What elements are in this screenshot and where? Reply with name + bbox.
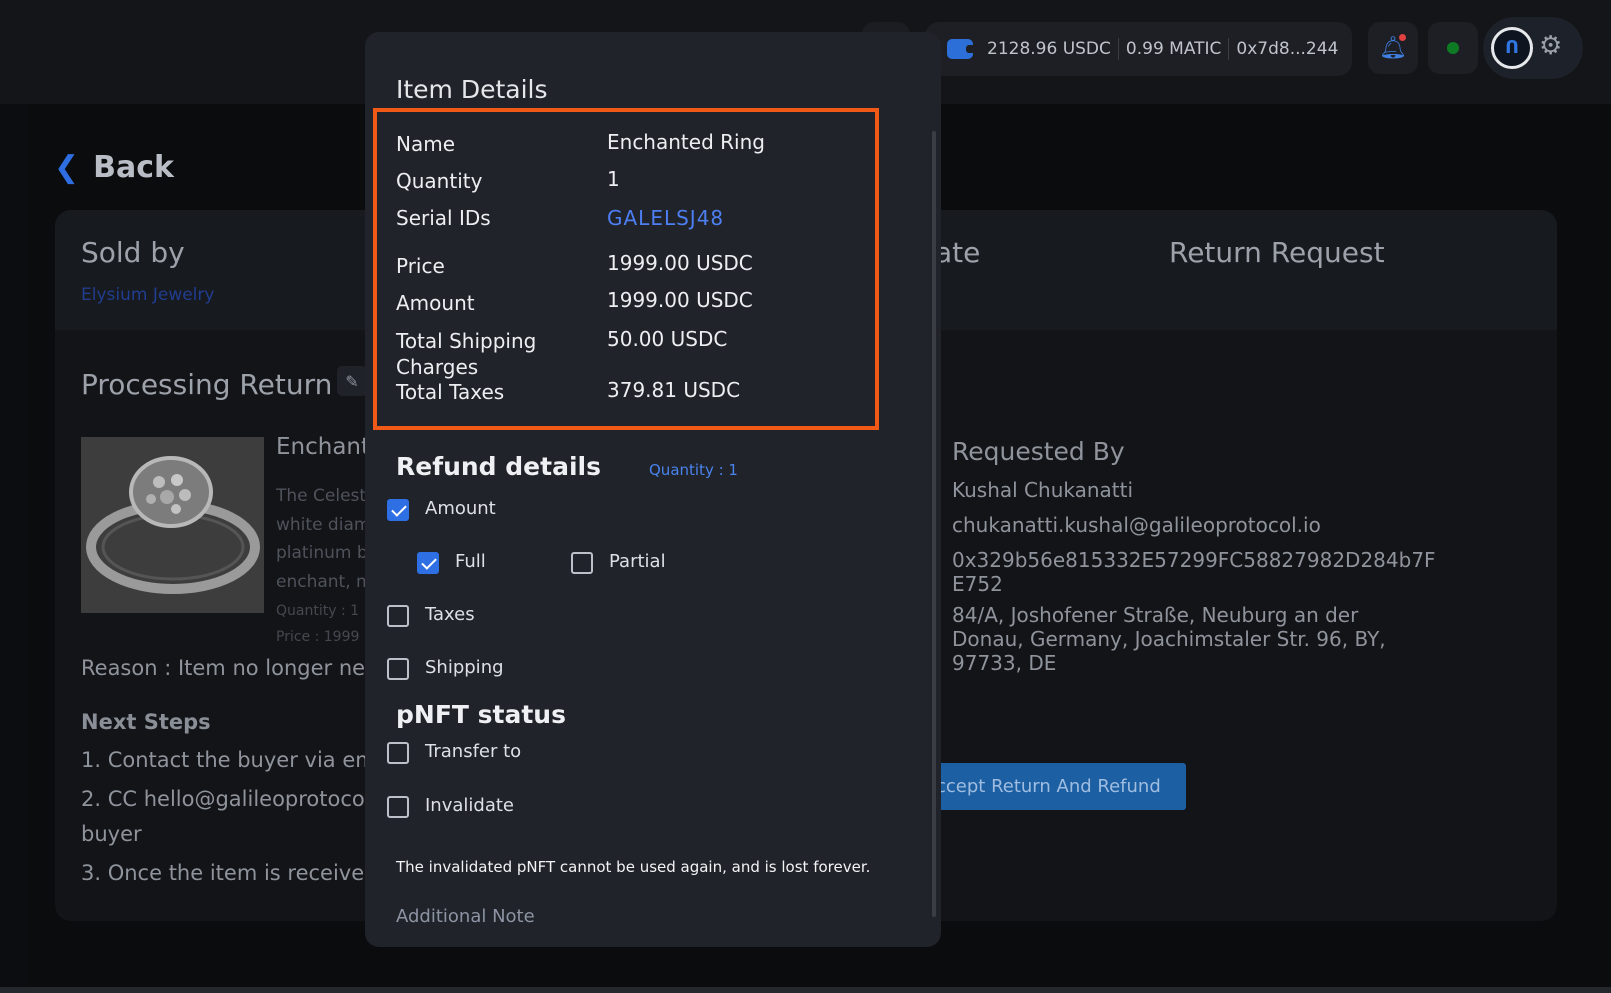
invalidate-checkbox[interactable]: [387, 796, 409, 818]
avatar[interactable]: ᑎ: [1491, 27, 1533, 69]
sold-by-label: Sold by: [81, 236, 185, 269]
network-status[interactable]: [1428, 22, 1478, 74]
notification-dot: [1399, 34, 1406, 41]
step-item: buyer: [81, 822, 142, 846]
chevron-left-icon: ❮: [54, 150, 80, 185]
description-line: The Celest: [276, 486, 366, 506]
gear-icon[interactable]: ⚙: [1539, 31, 1562, 61]
name-value: Enchanted Ring: [607, 130, 765, 154]
amount-checkbox[interactable]: [387, 499, 409, 521]
transfer-checkbox[interactable]: [387, 742, 409, 764]
quantity-value: 1: [607, 167, 620, 191]
step-item: 2. CC hello@galileoprotocol: [81, 787, 371, 811]
divider: [1117, 38, 1119, 60]
matic-balance: 0.99 MATIC: [1125, 39, 1222, 59]
modal-scrollbar[interactable]: [932, 131, 936, 917]
product-title: Enchant: [276, 434, 371, 460]
next-steps-title: Next Steps: [81, 710, 211, 734]
full-checkbox[interactable]: [417, 552, 439, 574]
requested-by-title: Requested By: [952, 437, 1125, 466]
account-menu[interactable]: ᑎ ⚙: [1483, 17, 1583, 79]
description-line: enchant, m: [276, 571, 366, 592]
taxes-label: Total Taxes: [396, 380, 505, 404]
requester-name: Kushal Chukanatti: [952, 478, 1134, 502]
pnft-status-title: pNFT status: [396, 700, 566, 729]
back-label: Back: [93, 150, 174, 185]
wallet-icon: [947, 39, 976, 59]
usdc-balance: 2128.96 USDC: [987, 39, 1111, 59]
partial-checkbox-label: Partial: [609, 551, 666, 572]
quantity-label: Quantity: [396, 169, 483, 193]
taxes-checkbox[interactable]: [387, 605, 409, 627]
item-details-modal: Item Details Name Enchanted Ring Quantit…: [365, 32, 941, 947]
shipping-label: Total Shipping Charges: [396, 329, 537, 379]
name-label: Name: [396, 132, 456, 156]
amount-value: 1999.00 USDC: [607, 288, 753, 312]
status-dot-icon: [1447, 42, 1459, 54]
product-price: Price : 1999: [276, 629, 360, 645]
wallet-address: 0x7d8...244: [1236, 39, 1339, 59]
product-image: [81, 437, 264, 613]
seller-link[interactable]: Elysium Jewelry: [81, 285, 214, 305]
notifications-button[interactable]: 🔔︎: [1368, 22, 1418, 74]
wallet-balance[interactable]: 2128.96 USDC 0.99 MATIC 0x7d8...244: [925, 22, 1352, 76]
additional-note-label[interactable]: Additional Note: [396, 906, 535, 927]
serial-label: Serial IDs: [396, 206, 491, 230]
accept-return-button[interactable]: ccept Return And Refund: [900, 763, 1186, 810]
price-value: 1999.00 USDC: [607, 251, 753, 275]
taxes-value: 379.81 USDC: [607, 378, 741, 402]
full-checkbox-label: Full: [455, 551, 486, 572]
divider: [1228, 38, 1230, 60]
shipping-value: 50.00 USDC: [607, 327, 728, 351]
processing-return-title: Processing Return: [81, 368, 333, 401]
shipping-checkbox-label: Shipping: [425, 657, 504, 678]
product-description: The Celest white diam platinum b enchant…: [276, 482, 366, 596]
product-quantity: Quantity : 1: [276, 603, 360, 619]
requester-wallet: 0x329b56e815332E57299FC58827982D284b7F E…: [952, 548, 1436, 596]
invalidate-warning: The invalidated pNFT cannot be used agai…: [396, 858, 871, 876]
return-reason: Reason : Item no longer nee: [81, 656, 378, 680]
invalidate-checkbox-label: Invalidate: [425, 795, 514, 816]
description-line: platinum b: [276, 543, 366, 563]
bottom-divider: [0, 987, 1611, 993]
transfer-checkbox-label: Transfer to: [425, 741, 522, 762]
edit-icon[interactable]: ✎: [337, 366, 367, 396]
refund-quantity: Quantity : 1: [649, 461, 738, 479]
taxes-checkbox-label: Taxes: [425, 604, 475, 625]
price-label: Price: [396, 254, 445, 278]
amount-label: Amount: [396, 291, 475, 315]
partial-checkbox[interactable]: [571, 552, 593, 574]
requester-email: chukanatti.kushal@galileoprotocol.io: [952, 513, 1321, 537]
step-item: 1. Contact the buyer via ema: [81, 748, 389, 772]
shipping-checkbox[interactable]: [387, 658, 409, 680]
refund-details-title: Refund details: [396, 452, 601, 481]
amount-checkbox-label: Amount: [425, 498, 496, 519]
date-column-label: ate: [935, 236, 981, 269]
step-item: 3. Once the item is received: [81, 861, 378, 885]
description-line: white diam: [276, 514, 366, 535]
requester-address: 84/A, Joshofener Straße, Neuburg an der …: [952, 603, 1386, 675]
back-button[interactable]: ❮ Back: [54, 150, 174, 185]
modal-title: Item Details: [396, 75, 548, 104]
serial-link[interactable]: GALELSJ48: [607, 206, 724, 230]
return-request-label: Return Request: [1169, 236, 1385, 269]
